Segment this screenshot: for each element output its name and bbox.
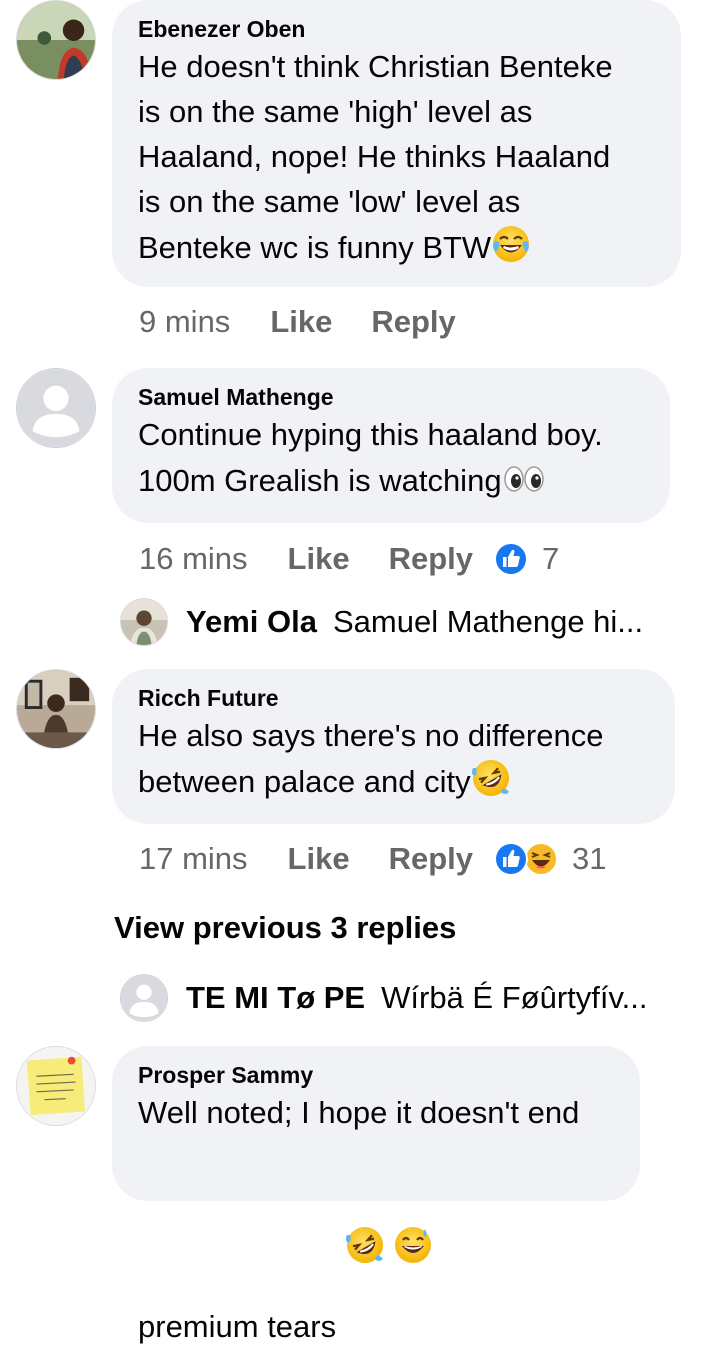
comment-line: He also says there's no difference — [138, 718, 604, 753]
comment-author[interactable]: Samuel Mathenge — [138, 382, 644, 412]
comment-line: is on the same 'high' level as — [138, 94, 533, 129]
comment-line: between palace and city — [138, 758, 649, 804]
comment-actions: 17 mins Like Reply 31 — [139, 837, 606, 881]
comment-line: is on the same 'low' level as — [138, 184, 521, 219]
like-button[interactable]: Like — [270, 304, 332, 340]
grinning-sweat-icon — [393, 1135, 433, 1263]
comment-text: He also says there's no difference betwe… — [138, 713, 649, 804]
reply-button[interactable]: Reply — [371, 304, 455, 340]
comment-bubble: Prosper Sammy Well noted; I hope it does… — [112, 1046, 640, 1344]
comment-bubble: Ebenezer Oben He doesn't think Christian… — [112, 0, 681, 287]
reply-author: Yemi Ola — [186, 604, 317, 639]
comment-line: Benteke wc is funny BTW — [138, 224, 655, 270]
reaction-summary[interactable]: 31 — [494, 841, 606, 877]
avatar-te-mi-to-pe — [120, 974, 168, 1022]
reply-preview[interactable]: TE MI Tø PE Wírbä É Føûrtyfív... — [120, 974, 648, 1022]
comment-text: He doesn't think Christian Benteke is on… — [138, 44, 655, 270]
comment-text: Continue hyping this haaland boy. 100m G… — [138, 412, 644, 503]
like-reaction-icon — [494, 542, 528, 576]
comment-line: Continue hyping this haaland boy. — [138, 417, 603, 452]
avatar-samuel-mathenge[interactable] — [16, 368, 96, 448]
avatar-prosper-sammy[interactable] — [16, 1046, 96, 1126]
reply-snippet: Samuel Mathenge hi... — [332, 604, 644, 639]
comment-line: Haaland, nope! He thinks Haaland — [138, 139, 611, 174]
reaction-count: 31 — [572, 841, 607, 876]
like-reaction-icon — [494, 842, 528, 876]
view-previous-replies-link[interactable]: View previous 3 replies — [114, 910, 456, 946]
like-button[interactable]: Like — [288, 841, 350, 877]
reply-author: TE MI Tø PE — [186, 980, 366, 1015]
comment-line: 100m Grealish is watching — [138, 457, 644, 503]
avatar-yemi-ola — [120, 598, 168, 646]
reaction-summary[interactable]: 7 — [494, 541, 559, 577]
comment-line: premium tears — [138, 1135, 614, 1349]
reply-preview[interactable]: Yemi Ola Samuel Mathenge hi... — [120, 598, 643, 646]
comment-author[interactable]: Prosper Sammy — [138, 1060, 614, 1090]
comment-bubble: Ricch Future He also says there's no dif… — [112, 669, 675, 824]
like-button[interactable]: Like — [288, 541, 350, 577]
rolling-on-floor-laughing-icon — [471, 758, 511, 798]
comment-actions: 16 mins Like Reply 7 — [139, 537, 559, 581]
avatar-ebenezer-oben[interactable] — [16, 0, 96, 80]
comment-line: He doesn't think Christian Benteke — [138, 49, 613, 84]
haha-reaction-icon — [524, 842, 558, 876]
rolling-on-floor-laughing-icon — [345, 1135, 385, 1263]
comment-timestamp: 17 mins — [139, 841, 248, 876]
comment-line-text: 100m Grealish is watching — [138, 463, 502, 498]
comment-author[interactable]: Ricch Future — [138, 683, 649, 713]
reply-button[interactable]: Reply — [389, 841, 473, 877]
comment-timestamp: 16 mins — [139, 541, 248, 576]
comment-bubble: Samuel Mathenge Continue hyping this haa… — [112, 368, 670, 523]
comment-line-text: premium tears — [138, 1309, 345, 1344]
face-with-tears-of-joy-icon — [491, 224, 531, 264]
reply-snippet: Wírbä É Føûrtyfív... — [381, 980, 648, 1015]
comment-line-text: Benteke wc is funny BTW — [138, 230, 492, 265]
comment-line-text: between palace and city — [138, 764, 471, 799]
comment-author[interactable]: Ebenezer Oben — [138, 14, 655, 44]
reaction-count: 7 — [542, 541, 560, 576]
eyes-icon — [502, 457, 546, 497]
reply-button[interactable]: Reply — [389, 541, 473, 577]
comment-line: Well noted; I hope it doesn't end — [138, 1095, 580, 1130]
avatar-ricch-future[interactable] — [16, 669, 96, 749]
comment-text: Well noted; I hope it doesn't end premiu… — [138, 1090, 614, 1349]
comment-timestamp: 9 mins — [139, 304, 231, 339]
comment-actions: 9 mins Like Reply — [139, 300, 495, 344]
